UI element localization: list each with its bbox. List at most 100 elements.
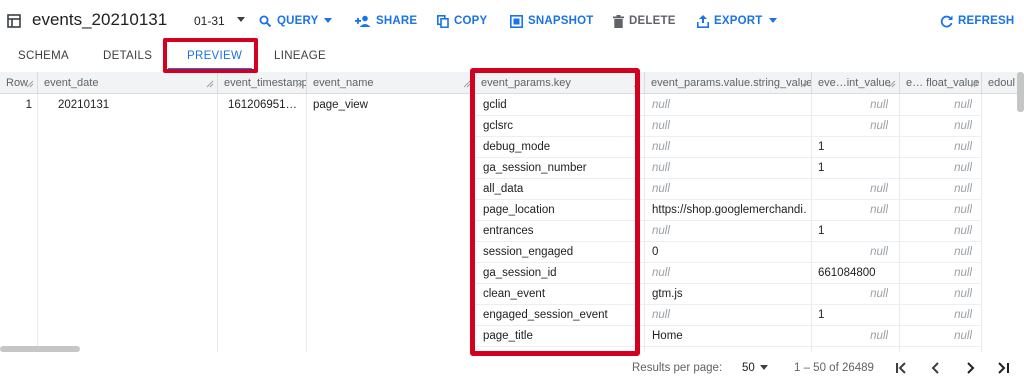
column-divider [38, 94, 218, 352]
event-params-key-highlight [470, 68, 640, 356]
cell-int-value[interactable]: null [818, 288, 888, 300]
cell-int-value[interactable]: 1 [818, 162, 888, 174]
snapshot-label: SNAPSHOT [528, 15, 594, 27]
last-page-icon[interactable] [994, 359, 1012, 377]
page-size-select[interactable]: 50 [742, 362, 755, 374]
cell-float-value[interactable]: null [905, 183, 972, 195]
resize-handle-icon[interactable] [26, 80, 34, 88]
snapshot-icon [510, 14, 523, 28]
cell-float-value[interactable]: null [905, 141, 972, 153]
column-header-label: event_name [313, 77, 374, 89]
column-header-row[interactable]: Row [0, 72, 38, 94]
export-button[interactable]: EXPORT [697, 12, 782, 30]
resize-handle-icon[interactable] [206, 80, 214, 88]
cell-float-value[interactable]: null [905, 330, 972, 342]
cell-event-date[interactable]: 20210131 [58, 99, 208, 111]
column-header-double-value[interactable]: edoul [982, 72, 1020, 94]
cell-float-value[interactable]: null [905, 246, 972, 258]
cell-int-value[interactable]: null [818, 99, 888, 111]
first-page-icon[interactable] [893, 359, 911, 377]
table-title: events_20210131 [32, 10, 168, 29]
date-shard-selector[interactable]: 01-31 [194, 14, 225, 28]
column-header-int-value[interactable]: eve…int_value [812, 72, 900, 94]
column-divider [307, 94, 475, 352]
refresh-button[interactable]: REFRESH [940, 12, 1014, 30]
query-button[interactable]: QUERY [259, 12, 337, 30]
column-header-string-value[interactable]: event_params.value.string_value [645, 72, 812, 94]
cell-string-value[interactable]: gtm.js [652, 288, 807, 300]
cell-string-value[interactable]: null [652, 309, 807, 321]
snapshot-button[interactable]: SNAPSHOT [510, 12, 594, 30]
column-header-label: edoul [988, 77, 1015, 89]
next-page-icon[interactable] [961, 359, 979, 377]
cell-string-value[interactable]: null [652, 183, 807, 195]
cell-float-value[interactable]: null [905, 288, 972, 300]
column-divider [0, 94, 38, 352]
refresh-label: REFRESH [958, 15, 1015, 27]
resize-handle-icon[interactable] [295, 80, 303, 88]
caret-down-icon[interactable] [760, 365, 768, 371]
column-header-label: eve…int_value [818, 77, 891, 89]
cell-string-value[interactable]: null [652, 162, 807, 174]
horizontal-scrollbar[interactable] [0, 346, 80, 352]
table-icon [7, 14, 21, 28]
column-header-label: Row [6, 77, 29, 89]
cell-event-timestamp[interactable]: 161206951… [228, 99, 304, 111]
cell-int-value[interactable]: null [818, 204, 888, 216]
page-range-label: 1 – 50 of 26489 [794, 362, 874, 374]
resize-handle-icon[interactable] [800, 80, 808, 88]
cell-int-value[interactable]: null [818, 246, 888, 258]
cell-float-value[interactable]: null [905, 162, 972, 174]
column-header-float-value[interactable]: e… float_value [900, 72, 982, 94]
delete-button[interactable]: DELETE [613, 12, 676, 30]
cell-event-name[interactable]: page_view [313, 99, 463, 111]
copy-button[interactable]: COPY [437, 12, 487, 30]
column-header-label: e… float_value [906, 77, 980, 89]
cell-int-value[interactable]: 1 [818, 309, 888, 321]
export-icon [697, 14, 709, 28]
cell-int-value[interactable]: 1 [818, 141, 888, 153]
preview-tab-highlight [163, 38, 258, 73]
cell-float-value[interactable]: null [905, 204, 972, 216]
resize-handle-icon[interactable] [888, 80, 896, 88]
cell-float-value[interactable]: null [905, 99, 972, 111]
cell-int-value[interactable]: null [818, 183, 888, 195]
cell-string-value[interactable]: null [652, 120, 807, 132]
share-button[interactable]: SHARE [355, 12, 417, 30]
add-person-icon [355, 15, 371, 27]
vertical-scrollbar[interactable] [1017, 72, 1024, 112]
cell-float-value[interactable]: null [905, 267, 972, 279]
pagination-bar: Results per page: 50 1 – 50 of 26489 [0, 356, 1024, 381]
cell-string-value[interactable]: 0 [652, 246, 807, 258]
cell-string-value[interactable]: null [652, 225, 807, 237]
cell-int-value[interactable]: 1 [818, 225, 888, 237]
caret-down-icon[interactable] [236, 14, 246, 24]
resize-handle-icon[interactable] [970, 80, 978, 88]
cell-int-value[interactable]: null [818, 330, 888, 342]
copy-label: COPY [454, 15, 488, 27]
column-header-event-date[interactable]: event_date [38, 72, 218, 94]
tab-schema[interactable]: SCHEMA [18, 50, 69, 62]
column-header-event-timestamp[interactable]: event_timestamp [218, 72, 307, 94]
cell-string-value[interactable]: Home [652, 330, 807, 342]
caret-down-icon [768, 18, 777, 23]
cell-string-value[interactable]: null [652, 267, 807, 279]
column-header-event-name[interactable]: event_name [307, 72, 475, 94]
cell-int-value[interactable]: 661084800 [818, 267, 888, 279]
tab-lineage[interactable]: LINEAGE [274, 50, 326, 62]
toolbar: events_20210131 01-31 QUERY SHARE COPY S… [0, 0, 1024, 42]
column-divider [218, 94, 307, 352]
caret-down-icon [324, 18, 333, 23]
export-label: EXPORT [714, 15, 763, 27]
cell-float-value[interactable]: null [905, 225, 972, 237]
cell-string-value[interactable]: https://shop.googlemerchandi… [652, 204, 807, 216]
tab-details[interactable]: DETAILS [103, 50, 152, 62]
trash-icon [613, 14, 624, 28]
cell-string-value[interactable]: null [652, 99, 807, 111]
cell-int-value[interactable]: null [818, 120, 888, 132]
cell-string-value[interactable]: null [652, 141, 807, 153]
cell-float-value[interactable]: null [905, 309, 972, 321]
previous-page-icon[interactable] [927, 359, 945, 377]
query-label: QUERY [277, 15, 319, 27]
cell-float-value[interactable]: null [905, 120, 972, 132]
